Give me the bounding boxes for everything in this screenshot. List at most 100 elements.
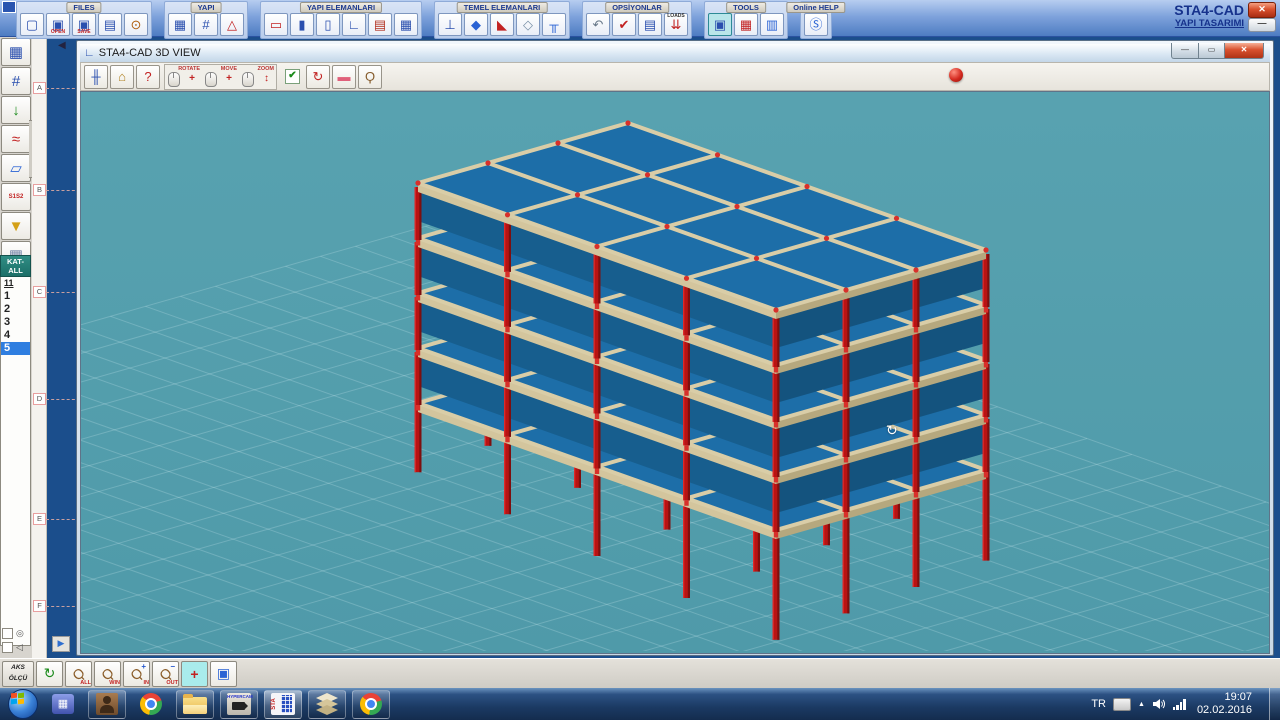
hypercam-icon[interactable]: HYPERCAM: [220, 690, 258, 719]
folder-icon: [183, 697, 207, 714]
column-button[interactable]: ▮: [290, 13, 314, 36]
move-tool-button[interactable]: MOVE+: [202, 66, 239, 88]
floor-list-item[interactable]: 11: [1, 277, 30, 290]
check-button[interactable]: ✔: [612, 13, 636, 36]
pile-button[interactable]: ╥: [542, 13, 566, 36]
views-button[interactable]: ▣: [210, 661, 237, 687]
rotate-tool-button[interactable]: ROTATE+: [165, 66, 202, 88]
start-button[interactable]: [8, 689, 38, 719]
roof-button[interactable]: △: [220, 13, 244, 36]
eraser-button[interactable]: ▬: [332, 65, 356, 89]
zoom-in-button[interactable]: ϘIN+: [123, 661, 150, 687]
floor-list-item[interactable]: 2: [1, 303, 30, 316]
loads-button[interactable]: ⇊LOADS: [664, 13, 688, 36]
app-close-button[interactable]: ✕: [1248, 2, 1276, 18]
pan-button[interactable]: +: [181, 661, 208, 687]
frame-axis-button[interactable]: ╫: [84, 65, 108, 89]
zoom-tool-button[interactable]: ZOOM↕: [239, 66, 276, 88]
redraw-button[interactable]: ↻: [36, 661, 63, 687]
undo-button[interactable]: ↶: [586, 13, 610, 36]
view-3d-button[interactable]: ▣: [708, 13, 732, 36]
kat-panel-header: KAT-ALL: [0, 255, 31, 277]
help-button[interactable]: ?: [136, 65, 160, 89]
building-frame-button[interactable]: ▦: [168, 13, 192, 36]
preview-button[interactable]: Ϙ: [358, 65, 382, 89]
axes-button[interactable]: ▦: [734, 13, 758, 36]
scroll-left-arrow[interactable]: ◀: [58, 40, 66, 51]
sta4cad-3d-icon[interactable]: [308, 690, 346, 719]
aks-olcu-button[interactable]: AKS ÖLÇÜ: [2, 661, 34, 687]
single-footing-button[interactable]: ⊥: [438, 13, 462, 36]
aks-label: AKS: [3, 662, 33, 673]
window-controls: — ▭ ✕: [1171, 43, 1264, 59]
frame-edit-button[interactable]: #: [1, 67, 31, 95]
open-file-button[interactable]: ▣OPEN: [46, 13, 70, 36]
language-indicator[interactable]: TR: [1091, 698, 1106, 710]
shearwall-button[interactable]: ▯: [316, 13, 340, 36]
masonry-wall-button[interactable]: ▤: [368, 13, 392, 36]
windows-flag-pane: [18, 699, 24, 705]
project-settings-button[interactable]: ▤: [98, 13, 122, 36]
storey-editor-button[interactable]: #: [194, 13, 218, 36]
zoom-sub-label: ALL: [80, 680, 91, 686]
axis-label-F: F: [33, 600, 46, 612]
diagram-button[interactable]: ≈: [1, 125, 31, 153]
zoom-window-button[interactable]: ϘWIN: [94, 661, 121, 687]
toolbar-group-label-opsiyonlar: OPSİYONLAR: [605, 2, 669, 13]
target-checkbox-box[interactable]: [2, 628, 13, 639]
floor-list-item[interactable]: 4: [1, 329, 30, 342]
plan-windows-button[interactable]: ▦: [1, 38, 31, 66]
window-maximize-button[interactable]: ▭: [1199, 43, 1225, 59]
clock[interactable]: 19:07 02.02.2016: [1197, 691, 1252, 717]
sound-checkbox-box[interactable]: [2, 642, 13, 653]
window-minimize-button[interactable]: —: [1171, 43, 1199, 59]
sta4cad-icon[interactable]: STA: [264, 690, 302, 719]
corner-column-button[interactable]: ∟: [342, 13, 366, 36]
window-close-button[interactable]: ✕: [1225, 43, 1264, 59]
app-system-icon[interactable]: [2, 1, 16, 13]
floor-list-item[interactable]: 3: [1, 316, 30, 329]
project-clock-button[interactable]: ⊙: [124, 13, 148, 36]
report-button[interactable]: ▤: [638, 13, 662, 36]
floor-list-item[interactable]: 1: [1, 290, 30, 303]
speaker-icon[interactable]: [1152, 698, 1166, 710]
view-option-checkbox[interactable]: ✔: [285, 69, 300, 84]
curves-icon: ≈: [12, 131, 20, 148]
zoom-out-button[interactable]: ϘOUT−: [152, 661, 179, 687]
zoom-all-button[interactable]: ϘALL: [65, 661, 92, 687]
movie-maker-icon[interactable]: ▦: [44, 690, 82, 719]
scroll-right-arrow[interactable]: ▶: [52, 636, 70, 652]
show-desktop-button[interactable]: [1269, 688, 1280, 720]
chrome-icon[interactable]: [132, 690, 170, 719]
explorer-icon[interactable]: [176, 690, 214, 719]
red-check-icon: ✔: [619, 18, 630, 31]
slab-button[interactable]: ▦: [394, 13, 418, 36]
section-down-button[interactable]: ↓: [1, 96, 31, 124]
home-button[interactable]: ⌂: [110, 65, 134, 89]
floor-list-item[interactable]: 5: [1, 342, 30, 355]
hidden-icons-arrow[interactable]: ▲: [1138, 701, 1145, 708]
loads-arrows-icon: ⇊: [671, 18, 682, 31]
record-dot[interactable]: [949, 68, 963, 82]
beam-button[interactable]: ▭: [264, 13, 288, 36]
view3d-titlebar[interactable]: ∟ STA4-CAD 3D VIEW — ▭ ✕: [80, 44, 1270, 62]
new-file-button[interactable]: ▢: [20, 13, 44, 36]
keyboard-icon[interactable]: [1113, 698, 1131, 711]
axis-label-C: C: [33, 286, 46, 298]
chrome-running-icon[interactable]: [352, 690, 390, 719]
filter-button[interactable]: ▼: [1, 212, 31, 240]
toolbar-group-yapi: YAPI▦#△: [164, 1, 248, 39]
view-refresh-button[interactable]: ↻: [306, 65, 330, 89]
s1s2-button[interactable]: S1S2: [1, 183, 31, 211]
network-signal-icon[interactable]: [1173, 699, 1186, 710]
app-minimize-button[interactable]: —: [1248, 18, 1276, 32]
view3d-viewport[interactable]: ↻: [80, 91, 1270, 654]
save-file-button[interactable]: ▣SAVE: [72, 13, 96, 36]
online-help-button[interactable]: Ⓢ: [804, 13, 828, 36]
slab-tool-button[interactable]: ▱: [1, 154, 31, 182]
strip-footing-button[interactable]: ◣: [490, 13, 514, 36]
person-photo-icon[interactable]: [88, 690, 126, 719]
raft-foundation-button[interactable]: ◇: [516, 13, 540, 36]
footing-gem-button[interactable]: ◆: [464, 13, 488, 36]
help-book-button[interactable]: ▥: [760, 13, 784, 36]
